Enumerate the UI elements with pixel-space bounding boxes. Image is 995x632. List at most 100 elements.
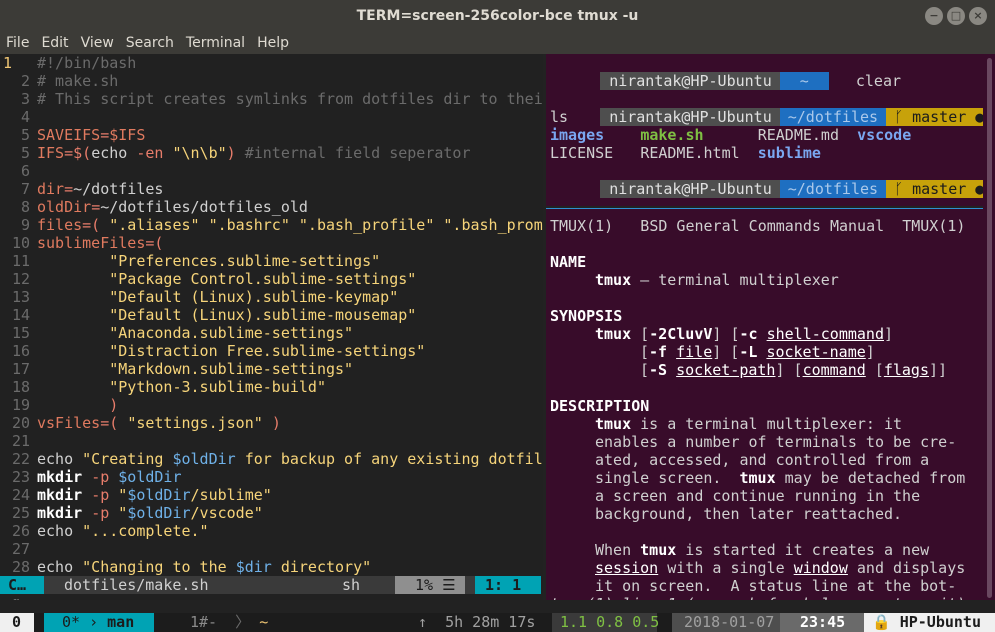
prompt-dir: ~/dotfiles [779, 108, 887, 126]
vim-editor-pane[interactable]: 1 #!/bin/bash 2 # make.sh 3 # This script c… [0, 54, 543, 600]
code-line: ) [37, 396, 119, 414]
line-number: 17 [11, 360, 30, 378]
ls-entry: sublime [757, 144, 821, 162]
line-number: 21 [11, 432, 30, 450]
window-title: TERM=screen-256color-bce tmux -u [356, 8, 639, 24]
code-line: "Default (Linux).sublime-keymap" [37, 288, 399, 306]
tmux-session[interactable]: 0 [0, 613, 34, 632]
prompt-dir: ~/dotfiles [779, 180, 887, 198]
line-number: 1 [3, 54, 13, 72]
man-page-pane[interactable]: TMUX(1) BSD General Commands Manual TMUX… [546, 209, 983, 600]
line-number: 5 [20, 144, 30, 162]
line-number: 19 [11, 396, 30, 414]
man-text: tmux is a terminal multiplexer: it [595, 415, 903, 433]
prompt-line: nirantak@HP-Ubuntu ~ clear [546, 54, 901, 90]
code-line: mkdir -p $oldDir [37, 468, 182, 486]
shell-command: clear [855, 72, 902, 90]
line-number: 4 [20, 108, 30, 126]
menu-search[interactable]: Search [126, 35, 174, 51]
line-number: 11 [11, 252, 30, 270]
title-bar: TERM=screen-256color-bce tmux -u − □ × [0, 0, 995, 32]
man-text: enables a number of terminals to be cre- [595, 433, 957, 451]
man-text: it on screen. A status line at the bot- [595, 577, 957, 595]
code-line: mkdir -p "$oldDir/sublime" [37, 486, 272, 504]
menu-file[interactable]: File [6, 35, 29, 51]
ls-entry: README.md [757, 126, 839, 144]
menu-edit[interactable]: Edit [41, 35, 68, 51]
code-line: "Distraction Free.sublime-settings" [37, 342, 426, 360]
man-synopsis-line: [-f file] [-L socket-name] [640, 343, 875, 361]
minimize-icon[interactable]: − [925, 7, 943, 25]
vim-statusline: C… dotfiles/make.sh sh 1% ☰ 1: 1 [0, 576, 541, 594]
terminal-area[interactable]: 1 #!/bin/bash 2 # make.sh 3 # This script c… [0, 54, 995, 632]
window-controls: − □ × [925, 7, 987, 25]
man-section-heading: DESCRIPTION [550, 397, 650, 415]
line-number: 9 [20, 216, 30, 234]
ls-entry: README.html [640, 144, 740, 162]
code-line: IFS=$(echo -en "\n\b") #internal field s… [37, 144, 471, 162]
prompt-line: nirantak@HP-Ubuntu ~/dotfiles ᚴ master ● [546, 162, 983, 198]
man-text: ated, accessed, and controlled from a [595, 451, 930, 469]
line-number: 23 [11, 468, 30, 486]
line-number: 16 [11, 342, 30, 360]
code-line: sublimeFiles=( [37, 234, 164, 252]
code-line: "Default (Linux).sublime-mousemap" [37, 306, 417, 324]
code-line: "Anaconda.sublime-settings" [37, 324, 354, 342]
menu-bar: File Edit View Search Terminal Help [0, 32, 995, 54]
maximize-icon[interactable]: □ [947, 7, 965, 25]
line-number: 28 [11, 558, 30, 576]
man-text: background, then later reattached. [595, 505, 903, 523]
scrollbar[interactable] [983, 54, 995, 600]
line-number: 20 [11, 414, 30, 432]
line-number: 2 [20, 72, 30, 90]
line-number: 7 [20, 180, 30, 198]
prompt-user: nirantak@HP-Ubuntu [600, 108, 780, 126]
line-number: 27 [11, 540, 30, 558]
line-number: 18 [11, 378, 30, 396]
scrollbar-thumb[interactable] [987, 58, 992, 598]
line-number: 12 [11, 270, 30, 288]
ls-entry: make.sh [640, 126, 704, 144]
tmux-host: 🔒 HP-Ubuntu [864, 613, 995, 632]
prompt-user: nirantak@HP-Ubuntu [600, 180, 780, 198]
vim-percent: 1% ☰ [395, 576, 465, 594]
man-text: single screen. tmux may be detached from [595, 469, 966, 487]
code-line: dir=~/dotfiles [37, 180, 164, 198]
code-line: "Markdown.sublime-settings" [37, 360, 354, 378]
tmux-uptime: ↑ 5h 28m 17s [418, 613, 536, 631]
vim-filetype: sh [342, 576, 361, 594]
man-synopsis-line: [-S socket-path] [command [flags]] [640, 361, 948, 379]
close-icon[interactable]: × [969, 7, 987, 25]
man-synopsis-line: tmux [-2CluvV] [-c shell-command] [595, 325, 894, 343]
tmux-active-window[interactable]: 0* › man [44, 613, 154, 632]
menu-view[interactable]: View [81, 35, 114, 51]
line-number: 3 [20, 90, 30, 108]
vim-command-line[interactable]: :q [2, 594, 20, 600]
man-text: session with a single window and display… [595, 559, 966, 577]
prompt-user: nirantak@HP-Ubuntu [600, 72, 780, 90]
vim-filename: dotfiles/make.sh [64, 576, 209, 594]
line-number: 25 [11, 504, 30, 522]
code-line: "Package Control.sublime-settings" [37, 270, 417, 288]
code-line: # This script creates symlinks from dotf… [37, 90, 543, 108]
ls-entry: images [550, 126, 605, 144]
line-number: 14 [11, 306, 30, 324]
vim-cursor-position: 1: 1 [475, 576, 541, 594]
tmux-status-bar: 0 0* › man 1#- 〉 ~ ↑ 5h 28m 17s 1.1 0.8 … [0, 613, 995, 632]
code-line: "Preferences.sublime-settings" [37, 252, 381, 270]
tmux-window[interactable]: 1#- 〉 ~ [190, 613, 268, 632]
line-number: 26 [11, 522, 30, 540]
man-name-line: tmux — terminal multiplexer [595, 271, 839, 289]
menu-terminal[interactable]: Terminal [186, 35, 245, 51]
line-number: 8 [20, 198, 30, 216]
menu-help[interactable]: Help [257, 35, 289, 51]
tmux-load: 1.1 0.8 0.5 [552, 613, 659, 632]
shell-pane[interactable]: nirantak@HP-Ubuntu ~ clear nirantak@HP-Ub… [546, 54, 983, 206]
ls-entry: vscode [857, 126, 912, 144]
git-branch-segment: ᚴ master ● [886, 108, 983, 126]
line-number: 22 [11, 450, 30, 468]
code-line: "Python-3.sublime-build" [37, 378, 326, 396]
line-number: 24 [11, 486, 30, 504]
man-text: a screen and continue running in the [595, 487, 921, 505]
code-line: echo "...complete." [37, 522, 209, 540]
